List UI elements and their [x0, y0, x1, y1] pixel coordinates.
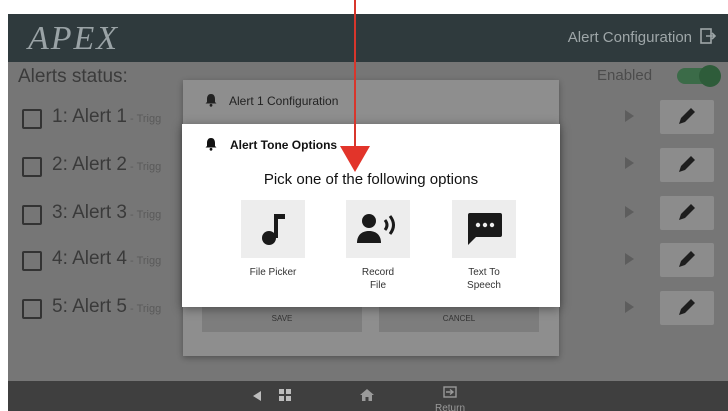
dialog-title: Alert Tone Options [230, 138, 338, 152]
logout-icon[interactable] [700, 28, 716, 44]
play-icon[interactable] [625, 157, 634, 169]
cancel-button[interactable]: CANCEL [379, 306, 539, 332]
pencil-icon [679, 299, 695, 315]
alert-trigger: - Trigg [127, 303, 162, 315]
alert-trigger: - Trigg [127, 113, 162, 125]
play-icon[interactable] [625, 301, 634, 313]
alert-name: 2: Alert 2 [52, 154, 127, 175]
pencil-icon [679, 204, 695, 220]
return-button[interactable]: Return [432, 385, 468, 411]
alert-checkbox[interactable] [22, 157, 42, 177]
play-icon[interactable] [625, 110, 634, 122]
bell-icon [205, 94, 217, 107]
top-app-bar: APEX Alert Configuration [8, 14, 728, 62]
alert-name: 3: Alert 3 [52, 202, 127, 223]
bottom-navigation-bar: Return [8, 381, 728, 411]
return-icon [443, 386, 457, 398]
enabled-label: Enabled [597, 67, 653, 84]
apex-logo: APEX [28, 20, 120, 57]
chat-bubble-icon [468, 213, 502, 245]
alert-checkbox[interactable] [22, 299, 42, 319]
pencil-icon [679, 251, 695, 267]
text-to-speech-option[interactable]: Text To Speech [444, 200, 524, 292]
alert-name: 4: Alert 4 [52, 248, 127, 269]
edit-button[interactable] [660, 291, 714, 325]
edit-button[interactable] [660, 243, 714, 277]
alert-checkbox[interactable] [22, 251, 42, 271]
play-icon[interactable] [625, 253, 634, 265]
alert-name: 5: Alert 5 [52, 296, 127, 317]
alert-checkbox[interactable] [22, 205, 42, 225]
option-label: File Picker [249, 267, 297, 278]
save-button[interactable]: SAVE [202, 306, 362, 332]
file-picker-option[interactable]: File Picker [233, 200, 313, 279]
annotation-arrow-icon [340, 146, 370, 172]
alert-name: 1: Alert 1 [52, 106, 127, 127]
toggle-knob [699, 65, 721, 87]
alert-trigger: - Trigg [127, 161, 162, 173]
play-icon[interactable] [625, 206, 634, 218]
alert-checkbox[interactable] [22, 109, 42, 129]
option-label: Record File [361, 267, 395, 291]
record-file-option[interactable]: Record File [338, 200, 418, 292]
pencil-icon [679, 108, 695, 124]
music-note-icon [262, 214, 285, 245]
alert-tone-options-dialog: Alert Tone Options Pick one of the follo… [182, 124, 560, 307]
bell-icon [205, 138, 217, 151]
option-tile[interactable] [346, 200, 410, 258]
alert-trigger: - Trigg [127, 255, 162, 267]
annotation-pointer-line [354, 0, 356, 150]
grid-icon[interactable] [279, 389, 292, 402]
page-title: Alert Configuration [567, 29, 692, 46]
edit-button[interactable] [660, 100, 714, 134]
option-tile[interactable] [452, 200, 516, 258]
return-label: Return [434, 403, 465, 411]
app-screen: APEX Alert Configuration Alerts status: … [8, 14, 728, 411]
pencil-icon [679, 156, 695, 172]
dialog-title: Alert 1 Configuration [229, 94, 339, 108]
edit-button[interactable] [660, 148, 714, 182]
voice-record-icon [357, 214, 395, 243]
option-label: Text To Speech [467, 267, 501, 291]
option-tile[interactable] [241, 200, 305, 258]
edit-button[interactable] [660, 196, 714, 230]
enabled-toggle[interactable] [677, 65, 721, 87]
alerts-status-label: Alerts status: [18, 66, 128, 87]
back-icon[interactable] [253, 391, 261, 401]
alert-trigger: - Trigg [127, 209, 162, 221]
pick-option-prompt: Pick one of the following options [263, 171, 479, 188]
home-icon[interactable] [360, 389, 374, 401]
